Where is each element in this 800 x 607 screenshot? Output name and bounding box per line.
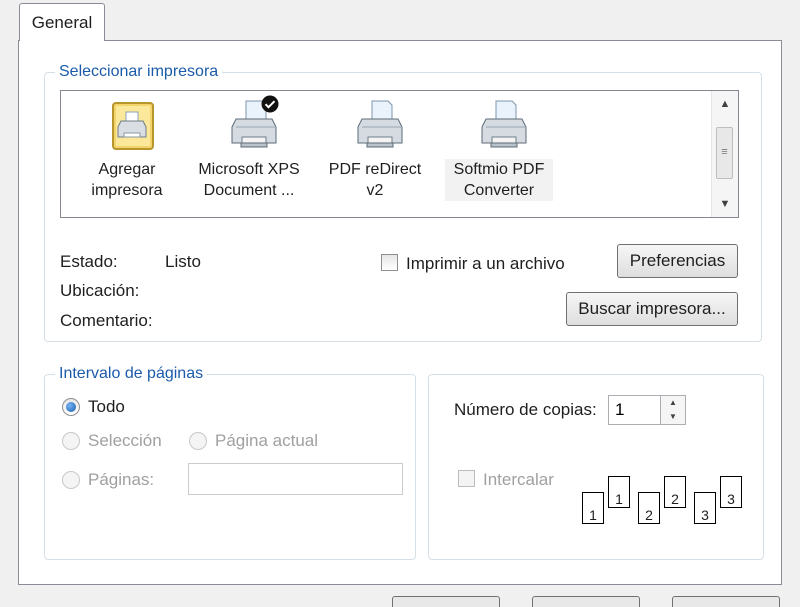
- page-range-pages-radio[interactable]: [62, 471, 80, 489]
- tab-general[interactable]: General: [19, 3, 105, 41]
- page-range-all-label: Todo: [88, 397, 125, 416]
- printer-item-add[interactable]: Agregar impresora: [73, 93, 181, 201]
- printer-list-scrollbar[interactable]: ▲ ≡ ▼: [711, 91, 738, 217]
- find-printer-button[interactable]: Buscar impresora...: [566, 292, 738, 326]
- location-label: Ubicación:: [60, 281, 140, 300]
- print-to-file-label: Imprimir a un archivo: [406, 254, 565, 273]
- collate-page: 1: [582, 492, 604, 524]
- select-printer-legend: Seleccionar impresora: [55, 62, 223, 82]
- page-range-current-page-radio[interactable]: [189, 432, 207, 450]
- collate-page: 3: [694, 492, 716, 524]
- dialog-button-partial[interactable]: [672, 596, 780, 607]
- page-range-selection-radio[interactable]: [62, 432, 80, 450]
- page-range-current-page-label: Página actual: [215, 431, 319, 450]
- copies-count-input[interactable]: [608, 395, 661, 425]
- collate-page: 2: [664, 476, 686, 508]
- printer-name: Microsoft XPS Document ...: [198, 161, 300, 199]
- scroll-up-arrow-icon[interactable]: ▲: [712, 93, 738, 115]
- dialog-button-partial[interactable]: [532, 596, 640, 607]
- spin-up-arrow-icon[interactable]: ▲: [661, 396, 685, 410]
- printer-list[interactable]: Agregar impresora Microsoft XPS Document…: [60, 90, 739, 218]
- printer-icon: [481, 100, 527, 148]
- collate-label: Intercalar: [483, 470, 554, 489]
- add-printer-icon: [112, 102, 154, 150]
- copies-count-label: Número de copias:: [454, 400, 597, 419]
- preferences-button[interactable]: Preferencias: [617, 244, 738, 278]
- status-label: Estado:: [60, 252, 118, 271]
- printer-name: Agregar impresora: [91, 161, 163, 199]
- collate-illustration: 1 1 2 2 3 3: [578, 470, 748, 530]
- collate-page: 2: [638, 492, 660, 524]
- collate-page: 1: [608, 476, 630, 508]
- page-range-pages-label: Páginas:: [88, 470, 155, 489]
- collate-page: 3: [720, 476, 742, 508]
- printer-name: PDF reDirect v2: [328, 161, 422, 199]
- printer-name: Softmio PDF Converter: [445, 159, 553, 201]
- scroll-down-arrow-icon[interactable]: ▼: [712, 193, 738, 215]
- print-to-file-checkbox[interactable]: [381, 254, 398, 271]
- collate-checkbox[interactable]: [458, 470, 475, 487]
- printer-item-pdf-redirect[interactable]: PDF reDirect v2: [321, 93, 429, 201]
- printer-item-softmio-pdf[interactable]: Softmio PDF Converter: [445, 93, 553, 201]
- status-value: Listo: [165, 252, 201, 271]
- page-range-all-radio[interactable]: [62, 398, 80, 416]
- dialog-button-partial[interactable]: [392, 596, 500, 607]
- scroll-thumb[interactable]: ≡: [716, 127, 733, 179]
- comment-label: Comentario:: [60, 311, 153, 330]
- printer-icon: [357, 100, 403, 148]
- printer-item-microsoft-xps[interactable]: Microsoft XPS Document ...: [195, 93, 303, 201]
- page-range-pages-input[interactable]: [188, 463, 403, 495]
- page-range-legend: Intervalo de páginas: [55, 364, 208, 384]
- spin-down-arrow-icon[interactable]: ▼: [661, 410, 685, 424]
- default-printer-check-icon: [261, 95, 279, 113]
- copies-spinner[interactable]: ▲ ▼: [660, 395, 686, 425]
- page-range-selection-label: Selección: [88, 431, 162, 450]
